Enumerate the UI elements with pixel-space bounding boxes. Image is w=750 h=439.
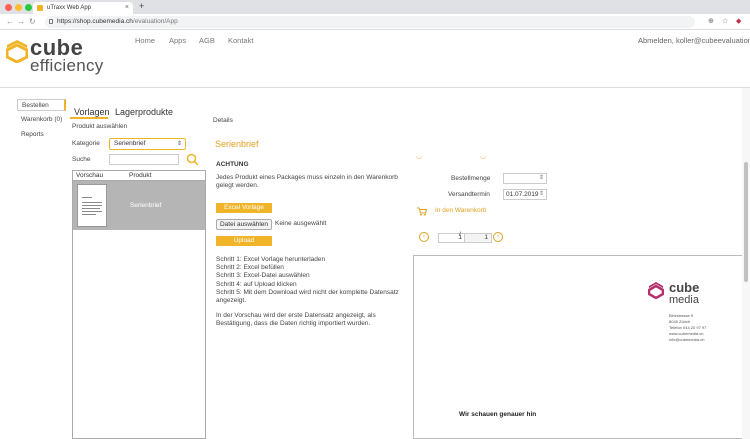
current-page-input[interactable]: 1 [438, 233, 466, 243]
category-value: Serienbrief [114, 140, 146, 147]
url-input[interactable]: https://shop.cubemedia.ch/evaluation/App [45, 16, 695, 28]
zoom-icon[interactable]: ⊕ [708, 17, 714, 27]
warning-text: Jedes Produkt eines Packages muss einzel… [216, 174, 398, 190]
cart-icon[interactable] [417, 207, 427, 216]
date-label: Versandtermin [448, 191, 490, 198]
details-label: Details [213, 117, 233, 124]
tab-title: uTraxx Web App [47, 5, 92, 11]
chevron-updown-icon: ⇕ [538, 175, 544, 181]
upload-button[interactable]: Upload [216, 236, 272, 246]
column-header-product: Produkt [129, 172, 152, 179]
browser-tab-bar: uTraxx Web App × + [0, 0, 750, 14]
column-header-preview: Vorschau [76, 172, 104, 179]
preview-logo-media: media [669, 294, 699, 306]
product-name: Serienbrief [130, 202, 162, 209]
scrollbar-thumb[interactable] [744, 162, 748, 282]
preview-note: In der Vorschau wird der erste Datensatz… [216, 312, 376, 328]
preview-body-text: Wir schauen genauer hin [459, 411, 537, 418]
forward-icon[interactable]: → [17, 16, 25, 28]
choose-file-button[interactable]: Datei auswählen [216, 219, 272, 230]
nav-agb[interactable]: AGB [199, 36, 215, 45]
total-pages: 1 [464, 233, 492, 243]
close-window-icon[interactable] [5, 4, 12, 11]
date-select[interactable]: 01.07.2019 ⇕ [503, 189, 547, 200]
prev-page-icon[interactable]: ‹ [419, 232, 429, 242]
extension-icon[interactable]: ◆ [736, 17, 741, 27]
header-divider [0, 87, 750, 88]
excel-template-button[interactable]: Excel Vorlage [216, 203, 272, 213]
steps-list: Schritt 1: Excel Vorlage herunterladen S… [216, 256, 399, 305]
chevron-updown-icon: ⇕ [176, 141, 182, 147]
cubemedia-logo-icon [648, 282, 664, 299]
partial-icon-right: ◡ [480, 153, 487, 160]
next-page-icon[interactable]: › [493, 232, 503, 242]
sidebar-item-warenkorb[interactable]: Warenkorb (0) [17, 114, 66, 126]
search-icon[interactable] [186, 153, 199, 166]
search-label: Suche [72, 156, 91, 163]
tab-vorlagen[interactable]: Vorlagen [74, 107, 110, 117]
product-title: Serienbrief [215, 139, 259, 149]
close-tab-icon[interactable]: × [125, 2, 129, 14]
favicon-icon [37, 5, 43, 11]
search-input[interactable] [109, 154, 179, 165]
address-line: www.cubemedia.ch [669, 331, 704, 336]
preview-logo-cube: cube [669, 280, 700, 295]
quantity-label: Bestellmenge [451, 175, 491, 182]
browser-tab[interactable]: uTraxx Web App × [33, 2, 133, 14]
add-to-cart-button[interactable]: In den Warenkorb [435, 207, 486, 214]
file-status: Keine ausgewählt [275, 220, 327, 227]
category-label: Kategorie [72, 140, 100, 147]
nav-apps[interactable]: Apps [169, 36, 186, 45]
product-thumbnail [77, 184, 107, 227]
nav-kontakt[interactable]: Kontakt [228, 36, 253, 45]
sidebar-item-reports[interactable]: Reports [17, 129, 66, 141]
lock-icon [49, 19, 53, 24]
table-row[interactable]: Serienbrief [73, 181, 205, 230]
page-separator: / [459, 231, 461, 238]
category-select[interactable]: Serienbrief ⇕ [109, 138, 186, 150]
reload-icon[interactable]: ↻ [29, 16, 36, 28]
maximize-window-icon[interactable] [25, 4, 32, 11]
warning-title: ACHTUNG [216, 161, 249, 168]
address-line: 8045 Zürich [669, 319, 691, 324]
bookmark-star-icon[interactable]: ☆ [722, 17, 728, 27]
address-line: Telefon 044 20 97 97 [669, 325, 707, 330]
address-line: Binzstrasse 9 [669, 313, 694, 318]
product-table: Vorschau Produkt Serienbrief [72, 170, 206, 439]
table-header: Vorschau Produkt [73, 171, 205, 181]
address-line: info@cubemedia.ch [669, 337, 705, 342]
cube-logo-icon [6, 40, 28, 63]
sidebar-item-bestellen[interactable]: Bestellen [17, 99, 66, 111]
active-tab-indicator [70, 117, 108, 119]
back-icon[interactable]: ← [6, 16, 14, 28]
address-bar-row: ← → ↻ https://shop.cubemedia.ch/evaluati… [0, 14, 750, 30]
minimize-window-icon[interactable] [15, 4, 22, 11]
user-links[interactable]: Abmelden, koller@cubeevaluation.c [638, 36, 750, 45]
new-tab-button[interactable]: + [139, 1, 144, 11]
url-host: https://shop.cubemedia.ch [57, 18, 133, 25]
nav-home[interactable]: Home [135, 36, 155, 45]
chevron-updown-icon: ⇕ [538, 191, 544, 197]
tab-lagerprodukte[interactable]: Lagerprodukte [115, 107, 173, 117]
date-value: 01.07.2019 [506, 191, 539, 198]
quantity-select[interactable]: ⇕ [503, 173, 547, 184]
partial-icon-left: ◡ [416, 153, 423, 160]
product-section-label: Produkt auswählen [72, 123, 128, 130]
logo-text-efficiency: efficiency [30, 56, 104, 75]
url-path: /evaluation/App [132, 18, 178, 25]
